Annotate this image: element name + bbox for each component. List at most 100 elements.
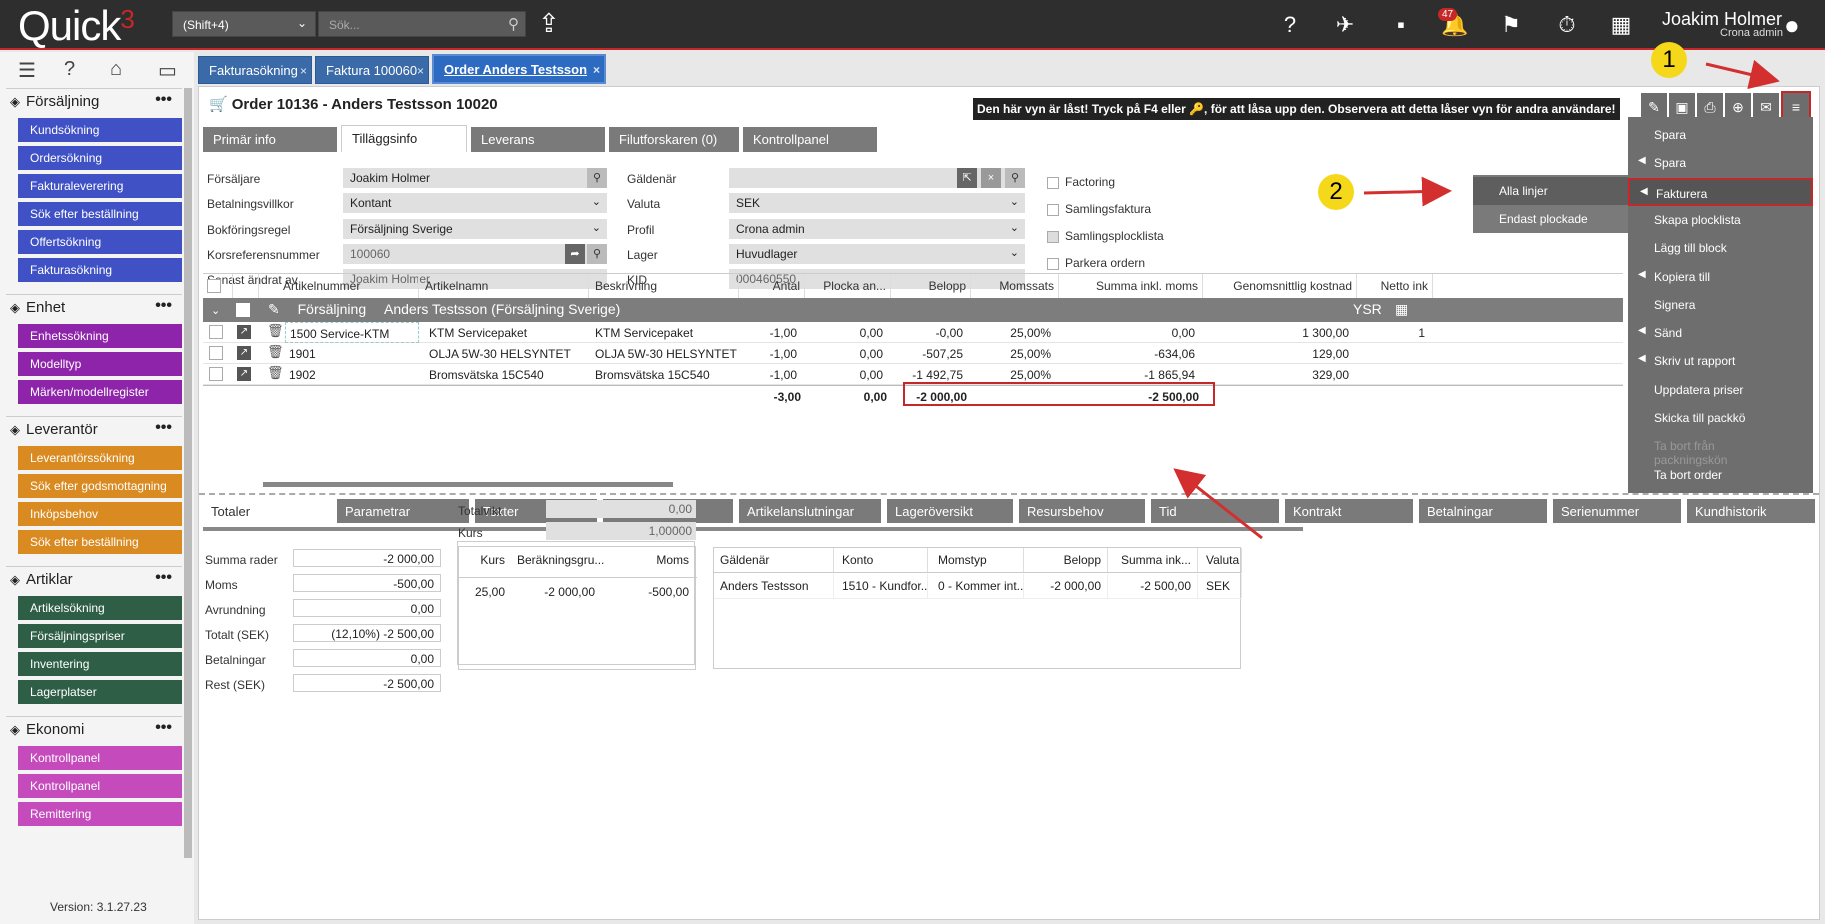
cell-belopp[interactable]: -0,00 [891,322,967,343]
col-artikelnummer[interactable]: Artikelnummer [259,274,419,298]
sidebar-item[interactable]: Offertsökning [18,230,182,254]
checkbox-box[interactable] [1047,230,1059,243]
close-icon[interactable]: × [593,63,600,77]
sidebar-item[interactable]: Enhetssökning [18,324,182,348]
cell-namn[interactable]: Bromsvätska 15C540 [425,364,589,385]
cell-summa[interactable]: -634,06 [1059,343,1199,364]
cell-kostnad[interactable]: 1 300,00 [1203,322,1353,343]
cell-summa[interactable]: 0,00 [1059,322,1199,343]
cell-moms[interactable]: 25,00% [971,322,1055,343]
group-row[interactable]: ⌄ ✎ Försäljning Anders Testsson (Försälj… [203,298,1623,322]
valuta-select[interactable]: SEK ⌄ [729,193,1025,213]
cell-moms[interactable]: 25,00% [971,343,1055,364]
samlingsplocklista-checkbox[interactable]: Samlingsplocklista [1047,229,1164,243]
more-icon[interactable]: ••• [155,91,172,109]
bottom-tab[interactable]: Artikelanslutningar [739,499,881,523]
group-checkbox[interactable] [236,303,251,318]
sidebar-item[interactable]: Modelltyp [18,352,182,376]
kurs-col-kurs[interactable]: Kurs [459,547,509,573]
cell-kostnad[interactable]: 329,00 [1203,364,1353,385]
menu-item-alla-linjer[interactable]: Alla linjer [1473,177,1628,205]
stopwatch-icon[interactable]: ⏱ [1552,10,1582,40]
parkera-checkbox[interactable]: Parkera ordern [1047,256,1145,270]
cell-netto[interactable] [1357,343,1429,364]
menu-item[interactable]: ◀ Kopiera till [1628,263,1813,291]
betal-select[interactable]: Kontant ⌄ [343,193,607,213]
samlingsfaktura-checkbox[interactable]: Samlingsfaktura [1047,202,1151,216]
sidebar-item[interactable]: Kontrollpanel [18,746,182,770]
profil-select[interactable]: Crona admin ⌄ [729,219,1025,239]
menu-item[interactable]: ◀ Sänd [1628,319,1813,347]
close-icon[interactable]: × [300,64,307,78]
open-icon[interactable]: ⇱ [957,168,977,188]
cell-netto[interactable] [1357,364,1429,385]
help-chat-icon[interactable]: ? [1275,10,1305,40]
menu-item[interactable]: Skapa plocklista [1628,206,1813,234]
sidebar-section-header[interactable]: ◈ Ekonomi ••• [6,716,182,742]
splitter[interactable] [199,493,1819,495]
sidebar-item[interactable]: Märken/modellregister [18,380,182,404]
menu-item[interactable]: Signera [1628,291,1813,319]
sidebar-item[interactable]: Försäljningspriser [18,624,182,648]
payments-col[interactable]: Momstyp [932,548,1024,572]
payments-cell[interactable]: Anders Testsson [714,574,834,598]
korsref-field[interactable]: 100060 ➦ ⚲ [343,244,607,264]
payments-col[interactable]: Konto [836,548,928,572]
lager-select[interactable]: Huvudlager ⌄ [729,244,1025,264]
shortcut-select[interactable]: (Shift+4) ⌄ [172,11,316,37]
sidebar-section-header[interactable]: ◈ Leverantör ••• [6,416,182,442]
col-antal[interactable]: Antal [739,274,805,298]
bottom-tab[interactable]: Kundhistorik [1687,499,1815,523]
tab-order[interactable]: Order Anders Testsson × [432,54,606,84]
sidebar-item[interactable]: Ordersökning [18,146,182,170]
payments-cell[interactable]: 1510 - Kundfor... [836,574,928,598]
payments-cell[interactable]: 0 - Kommer int... [932,574,1024,598]
cell-plocka[interactable]: 0,00 [805,343,887,364]
search-icon[interactable]: ⚲ [587,168,607,188]
open-icon[interactable]: ↗ [237,367,251,381]
tab-fakturasokning[interactable]: Fakturasökning × [198,56,312,84]
tab-kontrollpanel[interactable]: Kontrollpanel [743,127,877,152]
sidebar-section-header[interactable]: ◈ Försäljning ••• [6,88,182,114]
cell-antal[interactable]: -1,00 [739,343,801,364]
search-icon[interactable]: ⚲ [587,244,607,264]
checkbox-box[interactable] [1047,257,1059,270]
col-beskrivning[interactable]: Beskrivning [589,274,739,298]
cell-namn[interactable]: KTM Servicepaket [425,322,589,343]
bottom-tab[interactable]: Totaler [203,499,333,523]
tab-leverans[interactable]: Leverans [471,127,605,152]
row-checkbox[interactable] [209,346,223,360]
sidebar-item[interactable]: Inköpsbehov [18,502,182,526]
edit-icon[interactable]: ✎ [268,301,280,317]
trash-icon[interactable]: 🗑 [267,365,284,381]
col-summa[interactable]: Summa inkl. moms [1059,274,1203,298]
cell-beskr[interactable]: Bromsvätska 15C540 [591,364,739,385]
factoring-checkbox[interactable]: Factoring [1047,175,1115,189]
home-icon[interactable]: ⌂ [110,58,122,81]
cell-namn[interactable]: OLJA 5W-30 HELSYNTET [425,343,589,364]
col-momssats[interactable]: Momssats [971,274,1059,298]
bokf-select[interactable]: Försäljning Sverige ⌄ [343,219,607,239]
cell-antal[interactable]: -1,00 [739,322,801,343]
payments-col[interactable]: Summa ink... [1110,548,1198,572]
menu-item[interactable]: ◀ Spara [1628,149,1813,177]
col-artikelnamn[interactable]: Artikelnamn [419,274,589,298]
bottom-tab[interactable]: Kontrakt [1285,499,1413,523]
menu-item[interactable]: ◀ Fakturera [1628,177,1813,206]
bottom-tab[interactable]: Tid [1151,499,1279,523]
menu-item[interactable]: Skicka till packkö [1628,404,1813,432]
menu-item[interactable]: Ta bort order [1628,461,1813,489]
row-checkbox[interactable] [209,325,223,339]
help-icon[interactable]: ? [64,58,75,81]
sidebar-item[interactable]: Remittering [18,802,182,826]
bottom-tab[interactable]: Serienummer [1553,499,1681,523]
upload-icon[interactable]: ⇪ [538,8,560,39]
table-row[interactable]: ↗ 🗑 1500 Service-KTM KTM Servicepaket KT… [203,322,1623,343]
sidebar-section-header[interactable]: ◈ Artiklar ••• [6,566,182,592]
messages-icon[interactable]: ▪ [1386,10,1416,40]
menu-item[interactable]: ◀ Skriv ut rapport [1628,347,1813,375]
trash-icon[interactable]: 🗑 [267,323,284,339]
sidebar-item[interactable]: Lagerplatser [18,680,182,704]
menu-item[interactable]: Spara [1628,121,1813,149]
kurs-col-moms[interactable]: Moms [603,547,693,573]
